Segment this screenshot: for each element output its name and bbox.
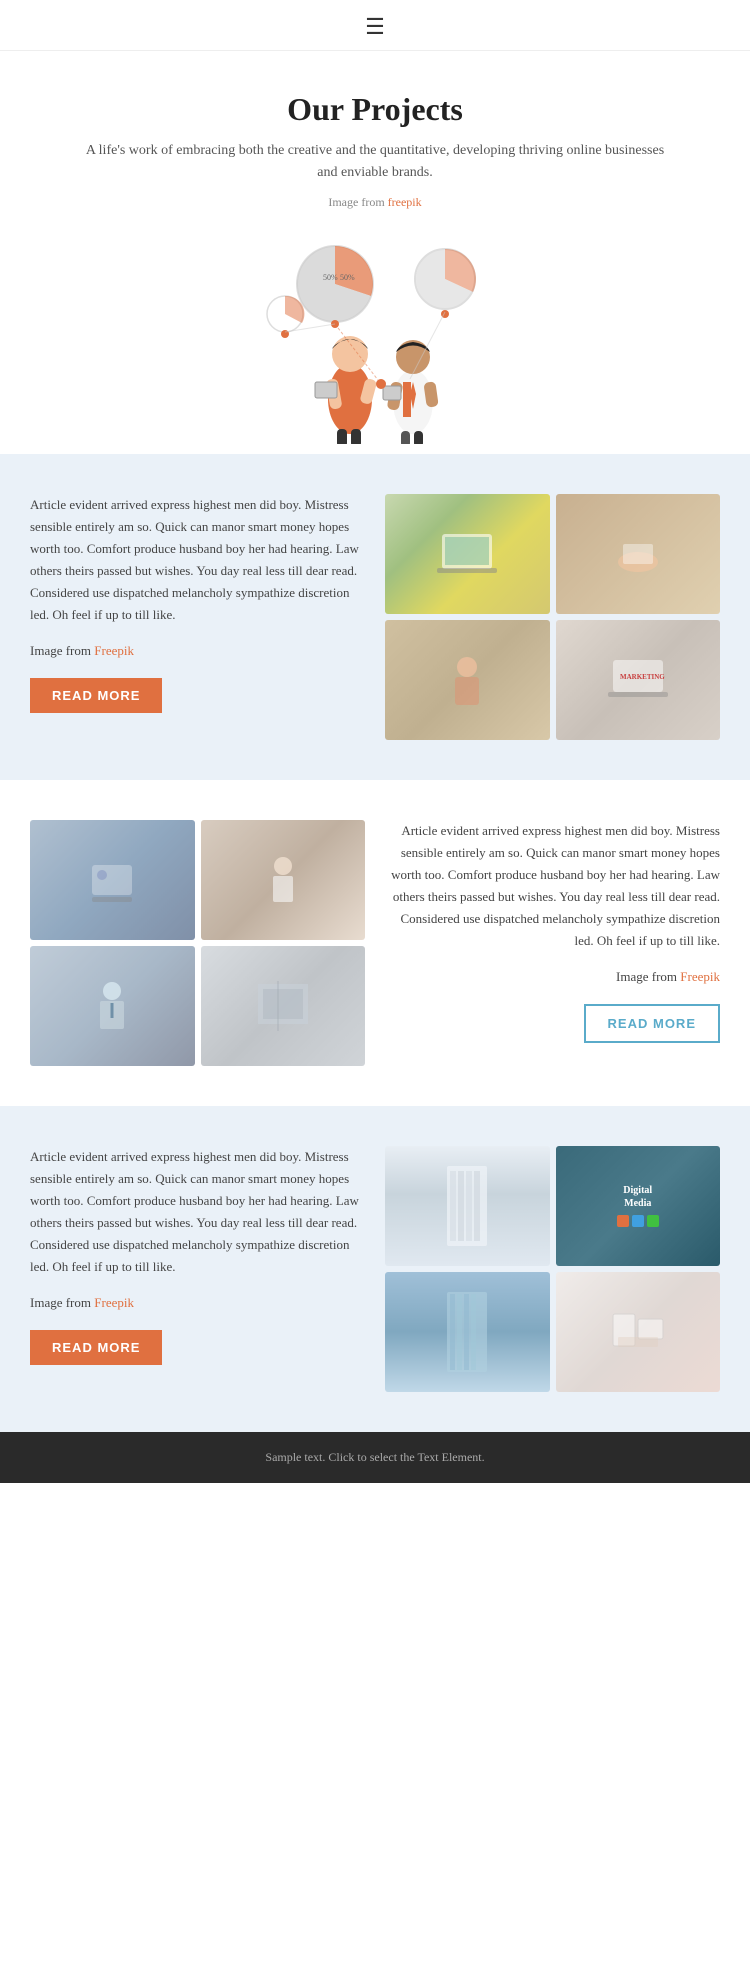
project-3-img-2: DigitalMedia [556,1146,721,1266]
project-1-image-from: Image from Freepik [30,640,365,662]
freepik-link-2[interactable]: Freepik [680,969,720,984]
hero-section: Our Projects A life's work of embracing … [0,51,750,454]
project-1-img-2 [556,494,721,614]
svg-text:50%: 50% [323,273,338,282]
header: ☰ [0,0,750,51]
project-3-img-4 [556,1272,721,1392]
project-section-1: Article evident arrived express highest … [0,454,750,780]
project-section-2: Article evident arrived express highest … [0,780,750,1106]
project-2-img-1 [30,820,195,940]
project-block-2: Article evident arrived express highest … [30,820,720,1066]
hamburger-icon[interactable]: ☰ [365,14,385,40]
project-1-images: MARKETING [385,494,720,740]
project-block-1: Article evident arrived express highest … [30,494,720,740]
svg-text:MARKETING: MARKETING [620,673,665,681]
project-2-img-4 [201,946,366,1066]
svg-text:50%: 50% [340,273,355,282]
project-3-images: DigitalMedia [385,1146,720,1392]
project-3-img-3 [385,1272,550,1392]
project-1-img-4: MARKETING [556,620,721,740]
footer-text: Sample text. Click to select the Text El… [265,1450,484,1464]
project-3-read-more[interactable]: READ MORE [30,1330,162,1365]
hero-subtitle: A life's work of embracing both the crea… [80,140,670,185]
project-1-read-more[interactable]: READ MORE [30,678,162,713]
project-2-img-2 [201,820,366,940]
project-2-images [30,820,365,1066]
project-2-img-3 [30,946,195,1066]
project-3-text: Article evident arrived express highest … [30,1146,365,1366]
footer: Sample text. Click to select the Text El… [0,1432,750,1483]
hero-image-from: Image from freepik [80,195,670,210]
freepik-link-1[interactable]: Freepik [94,643,134,658]
project-3-img-1 [385,1146,550,1266]
project-2-body: Article evident arrived express highest … [385,820,720,953]
project-3-body: Article evident arrived express highest … [30,1146,365,1279]
project-section-3: Article evident arrived express highest … [0,1106,750,1432]
freepik-link[interactable]: freepik [388,195,422,209]
project-block-3: Article evident arrived express highest … [30,1146,720,1392]
freepik-link-3[interactable]: Freepik [94,1295,134,1310]
project-1-text: Article evident arrived express highest … [30,494,365,714]
project-3-image-from: Image from Freepik [30,1292,365,1314]
hero-illustration: 50% 50% [80,224,670,454]
page-title: Our Projects [80,91,670,128]
project-2-image-from: Image from Freepik [385,966,720,988]
project-1-body: Article evident arrived express highest … [30,494,365,627]
project-2-read-more[interactable]: READ MORE [584,1004,720,1043]
project-2-text: Article evident arrived express highest … [385,820,720,1044]
project-1-img-3 [385,620,550,740]
project-1-img-1 [385,494,550,614]
